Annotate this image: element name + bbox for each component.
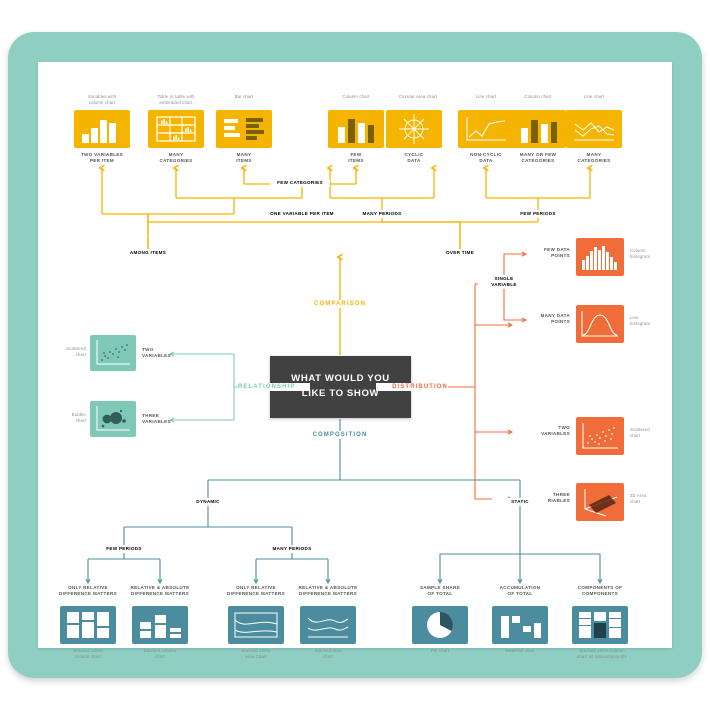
icon-tile-comparison-7[interactable] (566, 110, 622, 148)
icon-tile-composition-0[interactable] (60, 606, 116, 644)
line-chart-icon (466, 117, 506, 141)
node-comp-few-periods[interactable]: FEW PERIODS (94, 545, 154, 554)
icon-tile-comparison-4[interactable] (386, 110, 442, 148)
column-chart-icon (338, 119, 374, 143)
option-composition-5[interactable]: ACCUMULATION OF TOTAL (486, 585, 554, 597)
caption-relationship-1: Bubble chart (71, 412, 86, 423)
option-comparison-4[interactable]: CYCLIC DATA (382, 152, 446, 164)
caption-composition-5: Waterfall chart (505, 648, 535, 653)
circular-area-chart-icon (399, 114, 429, 144)
node-among-items[interactable]: AMONG ITEMS (114, 249, 182, 258)
caption-distribution-3: 3D Area chart (630, 493, 647, 504)
icon-tile-distribution-0[interactable] (576, 238, 624, 276)
caption-comparison-4: Circular area chart (398, 94, 438, 99)
stacked-100-column-chart-icon (67, 612, 109, 638)
option-composition-3[interactable]: RELATIVE & ABSOLUTE DIFFERENCE MATTERS (292, 585, 364, 597)
option-comparison-2[interactable]: MANY ITEMS (212, 152, 276, 164)
caption-composition-0: Stacked 100% column chart (73, 648, 103, 659)
line-histogram-icon (581, 311, 618, 337)
waterfall-chart-icon (501, 616, 541, 638)
node-few-categories[interactable]: FEW CATEGORIES (270, 179, 330, 188)
stacked-column-chart-icon (140, 615, 181, 638)
table-chart-icon (156, 116, 196, 142)
scatter-chart-icon (96, 340, 130, 365)
scatter-chart-icon (582, 423, 618, 449)
caption-composition-4: Pie chart (430, 648, 450, 653)
icon-tile-comparison-1[interactable] (148, 110, 204, 148)
node-over-time[interactable]: OVER TIME (426, 249, 494, 258)
bar-chart-icon (224, 118, 264, 140)
stacked-100-subcomponents-icon (579, 612, 621, 638)
column-chart-icon (82, 120, 116, 143)
option-relationship-0[interactable]: TWO VARIABLES (142, 347, 186, 359)
option-distribution-0[interactable]: FEW DATA POINTS (524, 247, 570, 259)
caption-distribution-2: Scattered chart (630, 427, 650, 438)
icon-tile-composition-2[interactable] (228, 606, 284, 644)
caption-relationship-0: Scattered chart (66, 346, 86, 357)
icon-tile-relationship-1[interactable] (90, 401, 136, 437)
option-relationship-1[interactable]: THREE VARIABLES (142, 413, 186, 425)
caption-comparison-2: Bar chart (234, 94, 254, 99)
bubble-chart-icon (96, 406, 130, 431)
icon-tile-distribution-1[interactable] (576, 305, 624, 343)
icon-tile-composition-3[interactable] (300, 606, 356, 644)
icon-tile-composition-5[interactable] (492, 606, 548, 644)
icon-tile-comparison-6[interactable] (510, 110, 566, 148)
caption-composition-1: Stacked column chart (143, 648, 177, 659)
caption-composition-6: Stacked 100% column chart w/ subcomponen… (577, 648, 627, 659)
icon-tile-composition-4[interactable] (412, 606, 468, 644)
option-distribution-1[interactable]: MANY DATA POINTS (524, 313, 570, 325)
icon-tile-relationship-0[interactable] (90, 335, 136, 371)
caption-comparison-1: Table or table with embedded chart (157, 94, 195, 105)
branch-label-distribution[interactable]: DISTRIBUTION (376, 383, 448, 392)
option-comparison-0[interactable]: TWO VARIABLES PER ITEM (70, 152, 134, 164)
poster-card: WHAT WOULD YOU LIKE TO SHOW COMPARISON D… (38, 62, 672, 659)
node-dynamic[interactable]: DYNAMIC (180, 498, 236, 507)
option-composition-4[interactable]: SAMPLE SHARE OF TOTAL (406, 585, 474, 597)
branch-label-comparison[interactable]: COMPARISON (300, 300, 380, 309)
option-comparison-1[interactable]: MANY CATEGORIES (144, 152, 208, 164)
icon-tile-comparison-3[interactable] (328, 110, 384, 148)
caption-comparison-7: Line chart (583, 94, 605, 99)
icon-tile-distribution-3[interactable] (576, 483, 624, 521)
caption-comparison-6: Column chart (524, 94, 552, 99)
option-distribution-2[interactable]: TWO VARIABLES (524, 425, 570, 437)
node-comp-many-periods[interactable]: MANY PERIODS (262, 545, 322, 554)
node-one-variable-per-item[interactable]: ONE VARIABLE PER ITEM (250, 210, 354, 219)
node-few-periods[interactable]: FEW PERIODS (508, 210, 568, 219)
icon-tile-comparison-5[interactable] (458, 110, 514, 148)
caption-composition-2: Stacked 100% area Chart (241, 648, 271, 659)
multi-line-chart-icon (574, 122, 615, 141)
icon-tile-composition-6[interactable] (572, 606, 628, 644)
poster-frame: WHAT WOULD YOU LIKE TO SHOW COMPARISON D… (8, 32, 702, 678)
node-many-periods[interactable]: MANY PERIODS (352, 210, 412, 219)
icon-tile-distribution-2[interactable] (576, 417, 624, 455)
stacked-100-area-chart-icon (234, 612, 278, 638)
icon-tile-composition-1[interactable] (132, 606, 188, 644)
caption-composition-3: Stacked area chart (314, 648, 342, 659)
node-single-variable[interactable]: SINGLE VARIABLE (478, 275, 530, 290)
caption-comparison-3: Column chart (342, 94, 370, 99)
caption-comparison-0: Variables with column chart (87, 94, 117, 105)
option-comparison-3[interactable]: FEW ITEMS (324, 152, 388, 164)
branch-label-composition[interactable]: COMPOSITION (300, 431, 380, 440)
caption-distribution-0: Column histogram (630, 248, 651, 259)
column-histogram-icon (582, 246, 617, 270)
node-static[interactable]: STATIC (492, 498, 548, 507)
icon-tile-comparison-2[interactable] (216, 110, 272, 148)
option-composition-0[interactable]: ONLY RELATIVE DIFFERENCE MATTERS (52, 585, 124, 597)
option-composition-1[interactable]: RELATIVE & ABSOLUTE DIFFERENCE MATTERS (124, 585, 196, 597)
pie-chart-icon (427, 612, 453, 638)
3d-area-chart-icon (584, 489, 618, 517)
chart-chooser-diagram: WHAT WOULD YOU LIKE TO SHOW COMPARISON D… (38, 62, 672, 659)
caption-distribution-1: Line histogram (630, 315, 651, 326)
column-chart-icon (521, 120, 557, 143)
option-composition-2[interactable]: ONLY RELATIVE DIFFERENCE MATTERS (220, 585, 292, 597)
option-composition-6[interactable]: COMPONENTS OF COMPONENTS (566, 585, 634, 597)
branch-label-relationship[interactable]: RELATIONSHIP (238, 383, 310, 392)
option-comparison-7[interactable]: MANY CATEGORIES (562, 152, 626, 164)
stacked-area-chart-icon (307, 617, 349, 638)
option-comparison-6[interactable]: MANY OR FEW CATEGORIES (506, 152, 570, 164)
icon-tile-comparison-0[interactable] (74, 110, 130, 148)
